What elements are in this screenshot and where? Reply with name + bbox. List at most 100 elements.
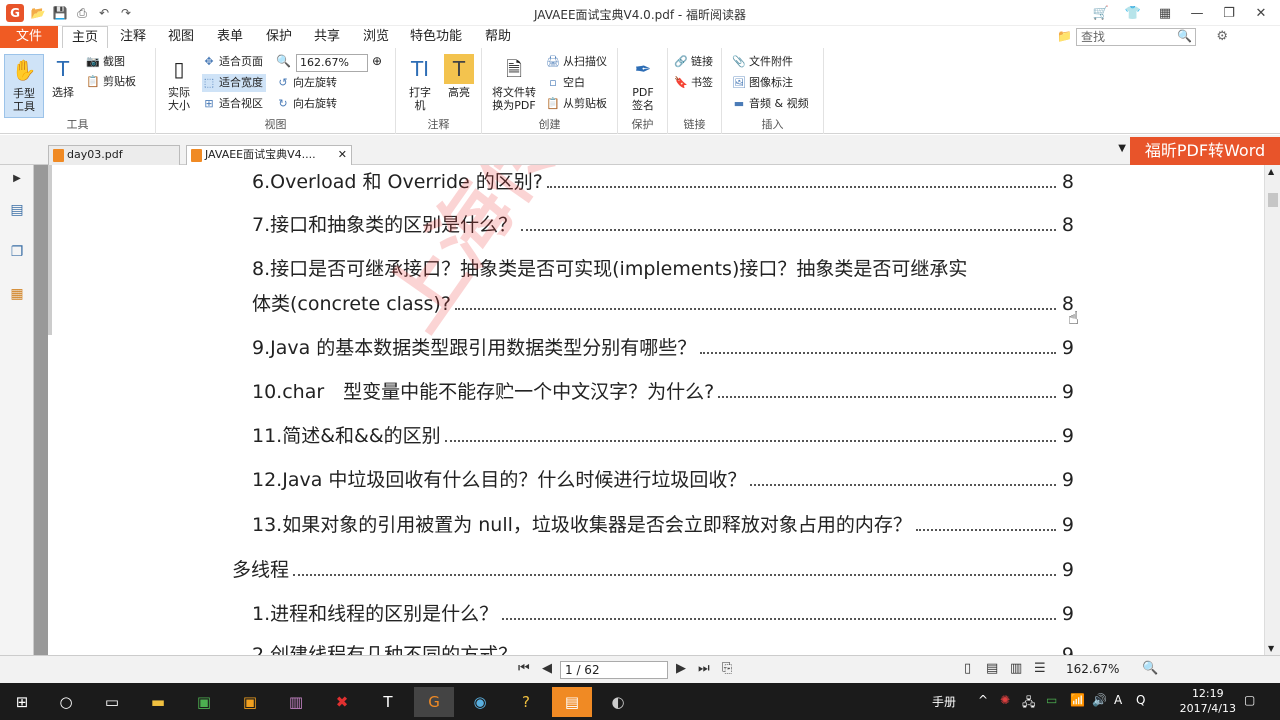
zoom-select[interactable]: 162.67%	[296, 54, 368, 72]
doc-tab-javaee[interactable]: JAVAEE面试宝典V4.... ✕	[186, 145, 352, 165]
tab-browse[interactable]: 浏览	[363, 26, 389, 48]
audio-video-button[interactable]: ▬ 音频 & 视频	[732, 95, 809, 113]
next-page-icon[interactable]: ▶	[676, 661, 686, 676]
tab-form[interactable]: 表单	[217, 26, 243, 48]
tab-share[interactable]: 共享	[314, 26, 340, 48]
toc-entry[interactable]: 12.Java 中垃圾回收有什么目的？什么时候进行垃圾回收？ 9	[252, 465, 1074, 492]
search-icon[interactable]: 🔍	[1177, 29, 1192, 43]
toc-entry[interactable]: 7.接口和抽象类的区别是什么？ 8	[252, 210, 1074, 237]
restore-button[interactable]: ❐	[1214, 2, 1244, 24]
vertical-scrollbar[interactable]: ▲ ▼	[1264, 165, 1280, 655]
page-thumbnail-icon[interactable]: ▤	[8, 201, 26, 219]
typora-icon[interactable]: T	[368, 687, 408, 717]
cart-icon[interactable]: 🛒	[1086, 2, 1116, 24]
xmind-icon[interactable]: ✖	[322, 687, 362, 717]
toc-entry[interactable]: 13.如果对象的引用被置为 null，垃圾收集器是否会立即释放对象占用的内存？ 9	[252, 510, 1074, 537]
convert-to-pdf-button[interactable]: 🗎 将文件转换为PDF	[488, 54, 540, 113]
last-page-icon[interactable]: ⏭	[698, 661, 710, 676]
foxit-taskbar-icon[interactable]: G	[414, 687, 454, 717]
zoom-tools-icon[interactable]: 🔍	[1142, 661, 1158, 676]
slides-icon[interactable]: ▤	[552, 687, 592, 717]
clock[interactable]: 12:19 2017/4/13	[1180, 686, 1236, 716]
tray-expand-icon[interactable]: ^	[978, 693, 988, 707]
fit-view-button[interactable]: ⊞ 适合视区	[202, 95, 263, 113]
zoom-out-icon[interactable]: 🔍	[276, 54, 291, 68]
fit-page-button[interactable]: ✥ 适合页面	[202, 53, 263, 71]
eclipse-icon[interactable]: ◐	[598, 687, 638, 717]
toc-entry[interactable]: 6.Overload 和 Override 的区别? 8	[252, 167, 1074, 194]
facing-page-icon[interactable]: ▥	[1010, 661, 1022, 676]
pdf-sign-button[interactable]: ✒ PDF签名	[624, 54, 662, 113]
highlight-button[interactable]: T 高亮	[442, 54, 476, 99]
tab-list-icon[interactable]: ▼	[1118, 143, 1126, 154]
rotate-right-button[interactable]: ↻ 向右旋转	[276, 95, 337, 113]
scroll-down-icon[interactable]: ▼	[1268, 644, 1274, 653]
prev-page-icon[interactable]: ◀	[542, 661, 552, 676]
toc-entry[interactable]: 9.Java 的基本数据类型跟引用数据类型分别有哪些？ 9	[252, 333, 1074, 360]
hand-tool-button[interactable]: ✋ 手型工具	[4, 54, 44, 118]
scroll-thumb[interactable]	[1268, 193, 1278, 207]
single-page-icon[interactable]: ▯	[964, 661, 971, 676]
expand-arrow-icon[interactable]: ▶	[8, 169, 26, 187]
skin-icon[interactable]: 👕	[1118, 2, 1148, 24]
toc-entry[interactable]: 10.char 型变量中能不能存贮一个中文汉字？为什么? 9	[252, 377, 1074, 404]
image-annotation-button[interactable]: 🖼 图像标注	[732, 74, 793, 92]
settings-icon[interactable]: ⚙	[1216, 29, 1228, 44]
windows-start-icon[interactable]: ⊞	[2, 687, 42, 717]
tab-comment[interactable]: 注释	[120, 26, 146, 48]
task-view-icon[interactable]: ▭	[92, 687, 132, 717]
rotate-left-button[interactable]: ↺ 向左旋转	[276, 74, 337, 92]
notification-icon[interactable]: ▢	[1244, 693, 1255, 707]
clipboard-button[interactable]: 📋 剪贴板	[86, 73, 136, 91]
close-button[interactable]: ✕	[1246, 2, 1276, 24]
toc-entry[interactable]: 8.接口是否可继承接口？抽象类是否可实现(implements)接口？抽象类是否…	[252, 254, 1074, 281]
battery-icon[interactable]: ▭	[1046, 693, 1057, 707]
volume-icon[interactable]: 🔊	[1092, 693, 1107, 707]
tab-file[interactable]: 文件	[0, 26, 58, 48]
layers-icon[interactable]: ❐	[8, 243, 26, 261]
page-number-input[interactable]: 1 / 62	[560, 661, 668, 679]
rar-icon[interactable]: ▥	[276, 687, 316, 717]
doc-tab-day03[interactable]: day03.pdf	[48, 145, 180, 165]
grid-icon[interactable]: ▦	[1150, 2, 1180, 24]
bookmark-button[interactable]: 🔖 书签	[674, 74, 713, 92]
feiq-icon[interactable]: ◉	[460, 687, 500, 717]
scroll-up-icon[interactable]: ▲	[1268, 167, 1274, 176]
editor-icon[interactable]: ▣	[184, 687, 224, 717]
q-icon[interactable]: Q	[1136, 693, 1145, 707]
fit-width-button[interactable]: ⬚ 适合宽度	[202, 74, 266, 92]
zoom-in-icon[interactable]: ⊕	[372, 54, 382, 68]
toc-entry[interactable]: 1.进程和线程的区别是什么？ 9	[252, 599, 1074, 626]
file-explorer-icon[interactable]: ▬	[138, 687, 178, 717]
network-icon[interactable]: 🖧	[1022, 693, 1035, 714]
back-view-icon[interactable]: ⎘	[722, 661, 732, 676]
input-icon[interactable]: A	[1114, 693, 1122, 707]
tab-protect[interactable]: 保护	[266, 26, 292, 48]
continuous-page-icon[interactable]: ▤	[986, 661, 998, 676]
screenshot-button[interactable]: 📷 截图	[86, 53, 125, 71]
first-page-icon[interactable]: ⏮	[518, 661, 530, 676]
from-scanner-button[interactable]: 🖨 从扫描仪	[546, 53, 607, 71]
app-icon[interactable]: ▣	[230, 687, 270, 717]
cortana-icon[interactable]: ○	[46, 687, 86, 717]
convert-to-word-banner[interactable]: 福昕PDF转Word	[1130, 137, 1280, 165]
from-clipboard-button[interactable]: 📋 从剪贴板	[546, 95, 607, 113]
toc-entry[interactable]: 11.简述&和&&的区别 9	[252, 421, 1074, 448]
blank-button[interactable]: ▫ 空白	[546, 74, 585, 92]
help-icon[interactable]: ?	[506, 687, 546, 717]
comments-icon[interactable]: ▦	[8, 285, 26, 303]
wifi-icon[interactable]: 📶	[1070, 693, 1085, 707]
tab-home[interactable]: 主页	[62, 26, 108, 48]
tray-app-icon[interactable]: ✺	[1000, 693, 1010, 707]
ime-indicator[interactable]: 手册	[932, 693, 956, 710]
link-button[interactable]: 🔗 链接	[674, 53, 713, 71]
typewriter-button[interactable]: TI 打字机	[402, 54, 438, 113]
close-tab-icon[interactable]: ✕	[338, 146, 347, 164]
toc-entry[interactable]: 多线程 9	[232, 555, 1074, 582]
file-attachment-button[interactable]: 📎 文件附件	[732, 53, 793, 71]
select-button[interactable]: T 选择	[46, 54, 80, 100]
tab-features[interactable]: 特色功能	[410, 26, 462, 48]
tab-view[interactable]: 视图	[168, 26, 194, 48]
minimize-button[interactable]: —	[1182, 2, 1212, 24]
tab-help[interactable]: 帮助	[485, 26, 511, 48]
